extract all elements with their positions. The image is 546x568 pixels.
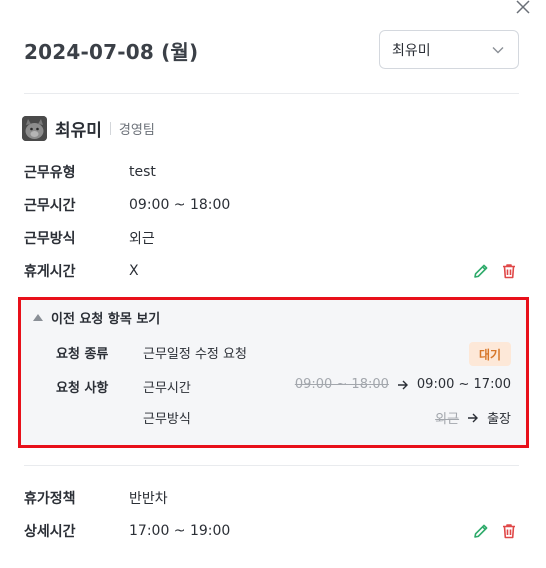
edit-pencil-icon [474, 264, 488, 278]
profile: 최유미 경영팀 [22, 116, 155, 141]
trash-icon [503, 264, 515, 279]
person-select-value: 최유미 [392, 42, 431, 59]
person-select[interactable]: 최유미 [379, 30, 519, 69]
schedule-row-hours: 근무시간 09:00 ~ 18:00 [24, 195, 230, 215]
divider [24, 465, 519, 466]
request-item-change: 09:00 ~ 18:00 09:00 ~ 17:00 [295, 377, 511, 392]
request-type-key: 요청 종류 [56, 347, 109, 362]
edit-leave-button[interactable] [471, 521, 491, 541]
schedule-row-type: 근무유형 test [24, 162, 156, 182]
avatar [22, 116, 47, 141]
request-type-value: 근무일정 수정 요청 [143, 347, 247, 362]
row-key: 근무시간 [24, 198, 76, 214]
toggle-label: 이전 요청 항목 보기 [51, 312, 161, 327]
row-value: 외근 [129, 231, 155, 247]
new-value: 09:00 ~ 17:00 [416, 377, 511, 392]
row-value: 17:00 ~ 19:00 [129, 523, 231, 539]
trash-icon [503, 524, 515, 539]
chevron-down-icon [492, 46, 504, 53]
row-value: 09:00 ~ 18:00 [129, 197, 231, 213]
delete-schedule-button[interactable] [499, 261, 519, 281]
new-value: 출장 [487, 412, 511, 427]
schedule-row-break: 휴게시간 X [24, 261, 139, 281]
request-items-key: 요청 사항 [56, 381, 109, 396]
edit-pencil-icon [474, 524, 488, 538]
row-key: 근무방식 [24, 231, 76, 247]
request-item-change: 외근 출장 [435, 408, 511, 427]
row-key: 휴가정책 [24, 491, 76, 507]
row-value: test [129, 164, 156, 180]
row-value: X [129, 263, 139, 279]
status-badge: 대기 [469, 342, 511, 366]
user-name: 최유미 [55, 121, 102, 141]
leave-row-policy: 휴가정책 반반차 [24, 488, 168, 508]
separator [109, 122, 111, 135]
team-name: 경영팀 [118, 123, 155, 138]
row-key: 상세시간 [24, 524, 76, 540]
row-value: 반반차 [129, 491, 168, 507]
arrow-right-icon [468, 413, 479, 422]
row-key: 휴게시간 [24, 264, 76, 280]
divider [24, 93, 519, 94]
request-item-label: 근무방식 [143, 412, 191, 427]
previous-request-toggle[interactable]: 이전 요청 항목 보기 [33, 308, 160, 327]
delete-leave-button[interactable] [499, 521, 519, 541]
row-key: 근무유형 [24, 165, 76, 181]
close-icon [516, 0, 530, 14]
triangle-up-icon [33, 314, 43, 321]
date-title: 2024-07-08 (월) [24, 40, 199, 64]
schedule-detail-panel: 2024-07-08 (월) 최유미 최유미 경영팀 근무유형 test 근무시… [0, 0, 546, 568]
edit-schedule-button[interactable] [471, 261, 491, 281]
close-button[interactable] [514, 0, 532, 14]
request-item-label: 근무시간 [143, 381, 191, 396]
schedule-row-method: 근무방식 외근 [24, 228, 155, 248]
old-value: 외근 [435, 412, 460, 427]
old-value: 09:00 ~ 18:00 [294, 377, 389, 392]
leave-row-time: 상세시간 17:00 ~ 19:00 [24, 521, 230, 541]
arrow-right-icon [397, 380, 408, 389]
